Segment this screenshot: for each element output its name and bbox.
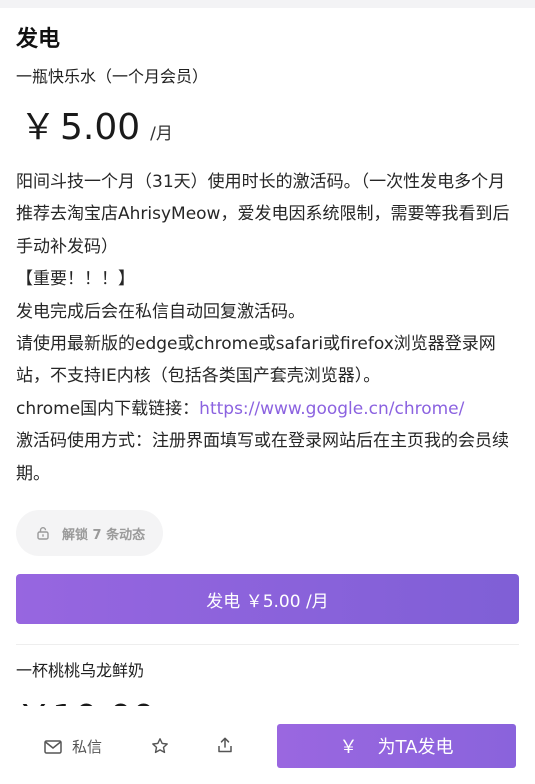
message-label: 私信 bbox=[72, 738, 103, 756]
tier-description: 阳间斗技一个月（31天）使用时长的激活码。（一次性发电多个月推荐去淘宝店Ahri… bbox=[16, 166, 519, 490]
description-line: 发电完成后会在私信自动回复激活码。 bbox=[16, 301, 305, 322]
star-icon bbox=[152, 738, 168, 754]
tier-name: 一瓶快乐水（一个月会员） bbox=[16, 67, 209, 86]
price-value: 5.00 bbox=[60, 107, 141, 148]
mail-icon bbox=[44, 739, 62, 754]
description-line: 【重要！！！】 bbox=[16, 269, 135, 290]
unlock-label: 解锁 7 条动态 bbox=[62, 527, 146, 543]
sponsor-creator-button[interactable]: ￥ 为TA发电 bbox=[277, 724, 516, 768]
lock-icon bbox=[37, 527, 49, 540]
price-currency: ￥ bbox=[20, 107, 57, 148]
usage-line: 激活码使用方式：注册界面填写或在登录网站后在主页我的会员续期。 bbox=[16, 431, 509, 484]
description-line: 阳间斗技一个月（31天）使用时长的激活码。（一次性发电多个月推荐去淘宝店Ahri… bbox=[16, 172, 510, 257]
cta-label: 为TA发电 bbox=[377, 737, 454, 758]
description-line: 请使用最新版的edge或chrome或safari或firefox浏览器登录网站… bbox=[16, 334, 496, 387]
sponsor-tier-button-label: 发电 ￥5.00 /月 bbox=[206, 591, 329, 612]
top-strip bbox=[0, 0, 535, 8]
unlock-posts-badge[interactable]: 解锁 7 条动态 bbox=[16, 510, 164, 557]
section-title: 发电 bbox=[16, 27, 61, 52]
tier-card: 发电 一瓶快乐水（一个月会员） ￥ 5.00 /月 阳间斗技一个月（31天）使用… bbox=[16, 22, 519, 729]
next-tier-name: 一杯桃桃乌龙鲜奶 bbox=[16, 661, 145, 681]
message-button[interactable]: 私信 bbox=[44, 736, 102, 757]
share-button[interactable] bbox=[216, 736, 234, 758]
bottom-action-bar: 私信 ￥ 为TA发电 bbox=[0, 706, 535, 784]
download-link[interactable]: https://www.google.cn/chrome/ bbox=[199, 399, 464, 419]
download-line: chrome国内下载链接：https://www.google.cn/chrom… bbox=[16, 393, 519, 425]
favorite-button[interactable] bbox=[151, 737, 169, 759]
download-prefix: chrome国内下载链接： bbox=[16, 398, 200, 419]
cta-currency: ￥ bbox=[339, 737, 358, 758]
sponsor-tier-button[interactable]: 发电 ￥5.00 /月 bbox=[16, 574, 519, 625]
divider bbox=[16, 644, 519, 646]
price-unit: /月 bbox=[150, 124, 173, 144]
price-row: ￥ 5.00 /月 bbox=[16, 98, 519, 158]
share-icon bbox=[218, 737, 232, 753]
